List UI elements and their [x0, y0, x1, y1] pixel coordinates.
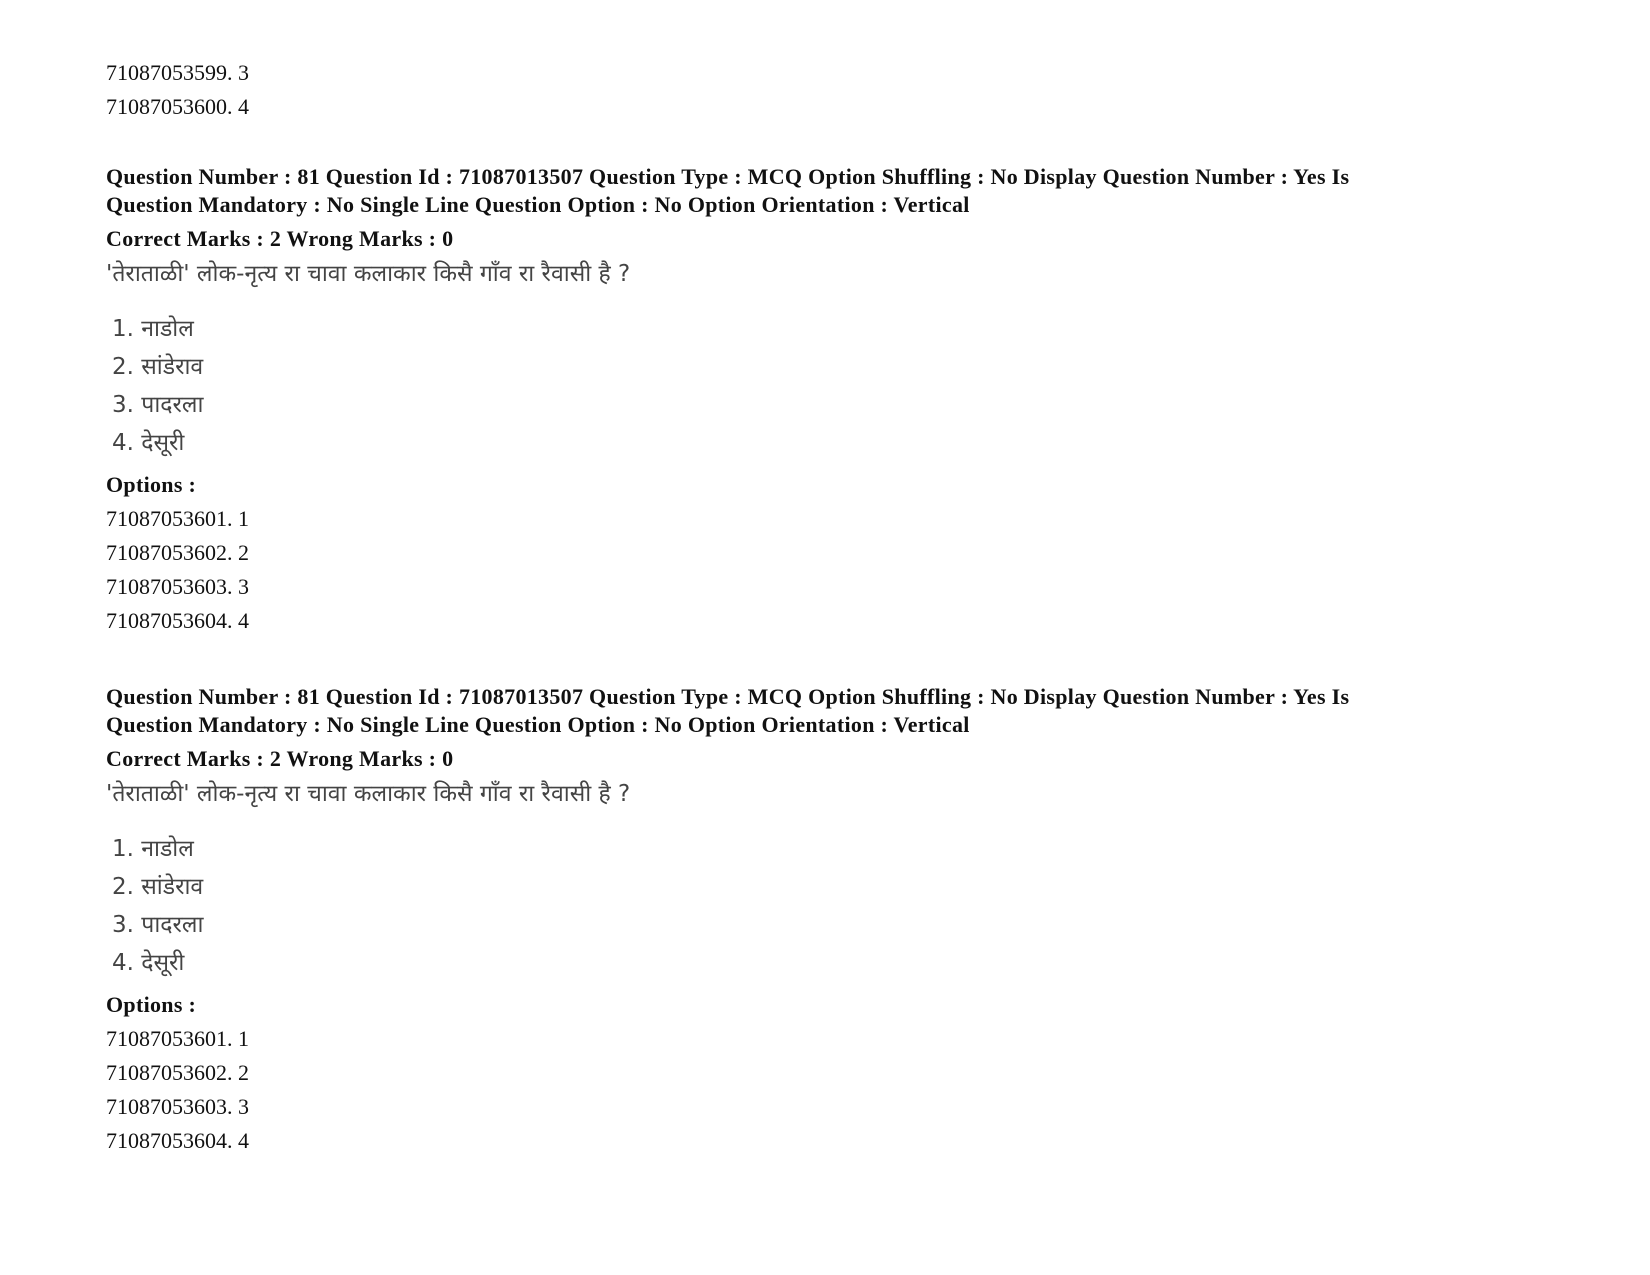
- option-id: 71087053603: [106, 1094, 227, 1119]
- option-row: 71087053603. 3: [106, 574, 249, 599]
- option-id: 71087053603: [106, 574, 227, 599]
- option-row: 71087053604. 4: [106, 1128, 249, 1153]
- choice-item: 4. देसूरी: [112, 430, 185, 456]
- option-value: 1: [238, 506, 249, 531]
- choice-item: 2. सांडेराव: [112, 874, 204, 900]
- option-id: 71087053602: [106, 1060, 227, 1085]
- option-row: 71087053602. 2: [106, 1060, 249, 1085]
- option-value: 2: [238, 1060, 249, 1085]
- question-meta-line-1: Question Number : 81 Question Id : 71087…: [106, 684, 1350, 709]
- option-row: 71087053601. 1: [106, 506, 249, 531]
- question-block: Question Number : 81 Question Id : 71087…: [106, 163, 1349, 638]
- option-value: 1: [238, 1026, 249, 1051]
- question-meta-line-1: Question Number : 81 Question Id : 71087…: [106, 164, 1350, 189]
- option-id: 71087053602: [106, 540, 227, 565]
- option-value: 4: [238, 608, 249, 633]
- option-value: 2: [238, 540, 249, 565]
- choice-item: 2. सांडेराव: [112, 354, 204, 380]
- option-row: 71087053600. 4: [106, 94, 249, 119]
- option-value: 4: [238, 1128, 249, 1153]
- question-meta-line-2: Question Mandatory : No Single Line Ques…: [106, 192, 970, 217]
- question-block: Question Number : 81 Question Id : 71087…: [106, 683, 1349, 1158]
- option-row: 71087053599. 3: [106, 60, 249, 85]
- choice-item: 3. पादरला: [112, 912, 204, 938]
- options-label: Options :: [106, 472, 197, 497]
- option-value: 3: [238, 574, 249, 599]
- option-row: 71087053601. 1: [106, 1026, 249, 1051]
- choice-item: 1. नाडोल: [112, 836, 194, 862]
- choice-item: 4. देसूरी: [112, 950, 185, 976]
- option-id: 71087053604: [106, 1128, 227, 1153]
- option-value: 3: [238, 60, 249, 85]
- question-text: 'तेराताळी' लोक-नृत्य रा चावा कलाकार किसै…: [106, 261, 631, 287]
- question-meta-line-2: Question Mandatory : No Single Line Ques…: [106, 712, 970, 737]
- option-row: 71087053604. 4: [106, 608, 249, 633]
- choice-item: 1. नाडोल: [112, 316, 194, 342]
- option-id: 71087053601: [106, 1026, 227, 1051]
- marks-line: Correct Marks : 2 Wrong Marks : 0: [106, 226, 454, 251]
- option-row: 71087053603. 3: [106, 1094, 249, 1119]
- marks-line: Correct Marks : 2 Wrong Marks : 0: [106, 746, 454, 771]
- options-label: Options :: [106, 992, 197, 1017]
- option-row: 71087053602. 2: [106, 540, 249, 565]
- choice-item: 3. पादरला: [112, 392, 204, 418]
- question-text: 'तेराताळी' लोक-नृत्य रा चावा कलाकार किसै…: [106, 781, 631, 807]
- option-value: 4: [238, 94, 249, 119]
- option-id: 71087053601: [106, 506, 227, 531]
- option-id: 71087053604: [106, 608, 227, 633]
- option-value: 3: [238, 1094, 249, 1119]
- option-id: 71087053599: [106, 60, 227, 85]
- option-id: 71087053600: [106, 94, 227, 119]
- previous-options: 71087053599. 3 71087053600. 4: [106, 56, 249, 124]
